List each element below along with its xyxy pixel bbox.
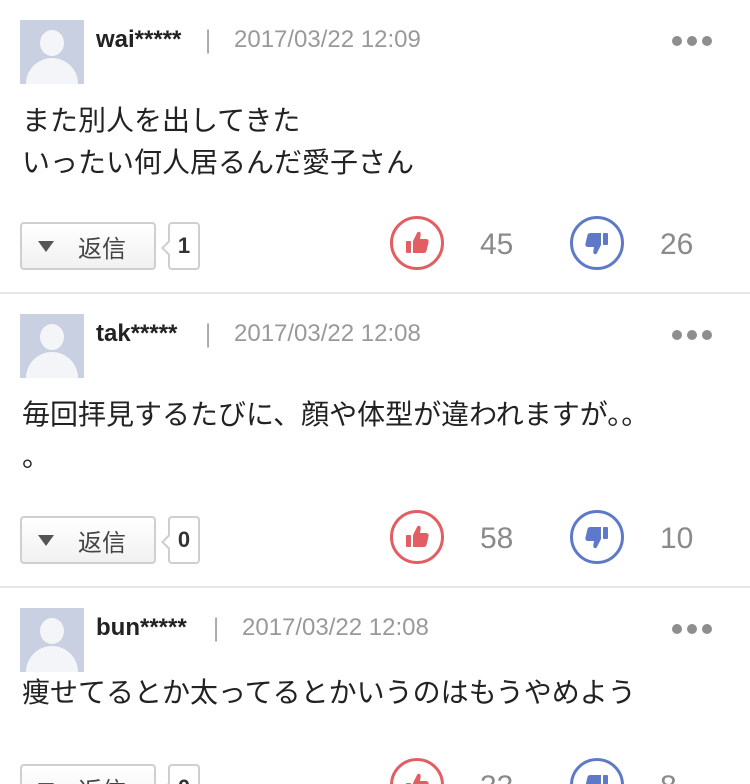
more-options-icon[interactable] <box>672 34 712 48</box>
comment-item: tak***** | 2017/03/22 12:08 毎回拝見するたびに、顔や… <box>0 294 750 588</box>
comment-item: bun***** | 2017/03/22 12:08 痩せてるとか太ってるとか… <box>0 588 750 784</box>
comment-text: また別人を出してきた いったい何人居るんだ愛子さん <box>22 104 415 179</box>
comment-text: 痩せてるとか太ってるとかいうのはもうやめよう <box>22 676 636 709</box>
thumbs-up-icon <box>406 525 429 547</box>
avatar[interactable] <box>20 314 84 378</box>
dislike-button[interactable] <box>570 758 624 784</box>
more-options-icon[interactable] <box>672 622 712 636</box>
caret-down-icon <box>38 534 54 546</box>
reply-button[interactable]: 返信 <box>20 222 156 270</box>
dislike-button[interactable] <box>570 216 624 270</box>
reply-count[interactable]: 0 <box>161 516 200 564</box>
like-button[interactable] <box>390 510 444 564</box>
username[interactable]: wai***** <box>96 26 181 54</box>
separator: | <box>204 320 213 348</box>
reply-count[interactable]: 1 <box>161 222 200 270</box>
dislike-count: 26 <box>660 228 694 261</box>
like-count: 45 <box>480 228 514 261</box>
thumbs-up-icon <box>406 773 429 784</box>
reply-label: 返信 <box>78 528 126 557</box>
comment-item: wai***** | 2017/03/22 12:09 また別人を出してきた い… <box>0 0 750 294</box>
like-button[interactable] <box>390 216 444 270</box>
thumbs-down-icon <box>585 775 608 784</box>
like-button[interactable] <box>390 758 444 784</box>
more-options-icon[interactable] <box>672 328 712 342</box>
avatar[interactable] <box>20 608 84 672</box>
avatar[interactable] <box>20 20 84 84</box>
like-count: 58 <box>480 522 514 555</box>
dislike-count: 8 <box>660 770 677 784</box>
separator: | <box>212 614 221 642</box>
reply-button[interactable]: 返信 <box>20 516 156 564</box>
caret-down-icon <box>38 240 54 252</box>
reply-label: 返信 <box>78 234 126 263</box>
timestamp: 2017/03/22 12:08 <box>234 320 421 347</box>
comment-text: 毎回拝見するたびに、顔や体型が違われますが。。 。 <box>22 398 650 473</box>
separator: | <box>204 26 213 54</box>
reply-label: 返信 <box>78 771 126 784</box>
reply-button[interactable]: 返信 <box>20 764 156 784</box>
username[interactable]: bun***** <box>96 614 187 642</box>
username[interactable]: tak***** <box>96 320 177 348</box>
timestamp: 2017/03/22 12:09 <box>234 26 421 53</box>
like-count: 33 <box>480 770 513 784</box>
thumbs-up-icon <box>406 231 429 253</box>
timestamp: 2017/03/22 12:08 <box>242 614 429 641</box>
dislike-count: 10 <box>660 522 694 555</box>
thumbs-down-icon <box>585 527 608 549</box>
reply-count[interactable]: 0 <box>161 764 200 784</box>
dislike-button[interactable] <box>570 510 624 564</box>
thumbs-down-icon <box>585 233 608 255</box>
